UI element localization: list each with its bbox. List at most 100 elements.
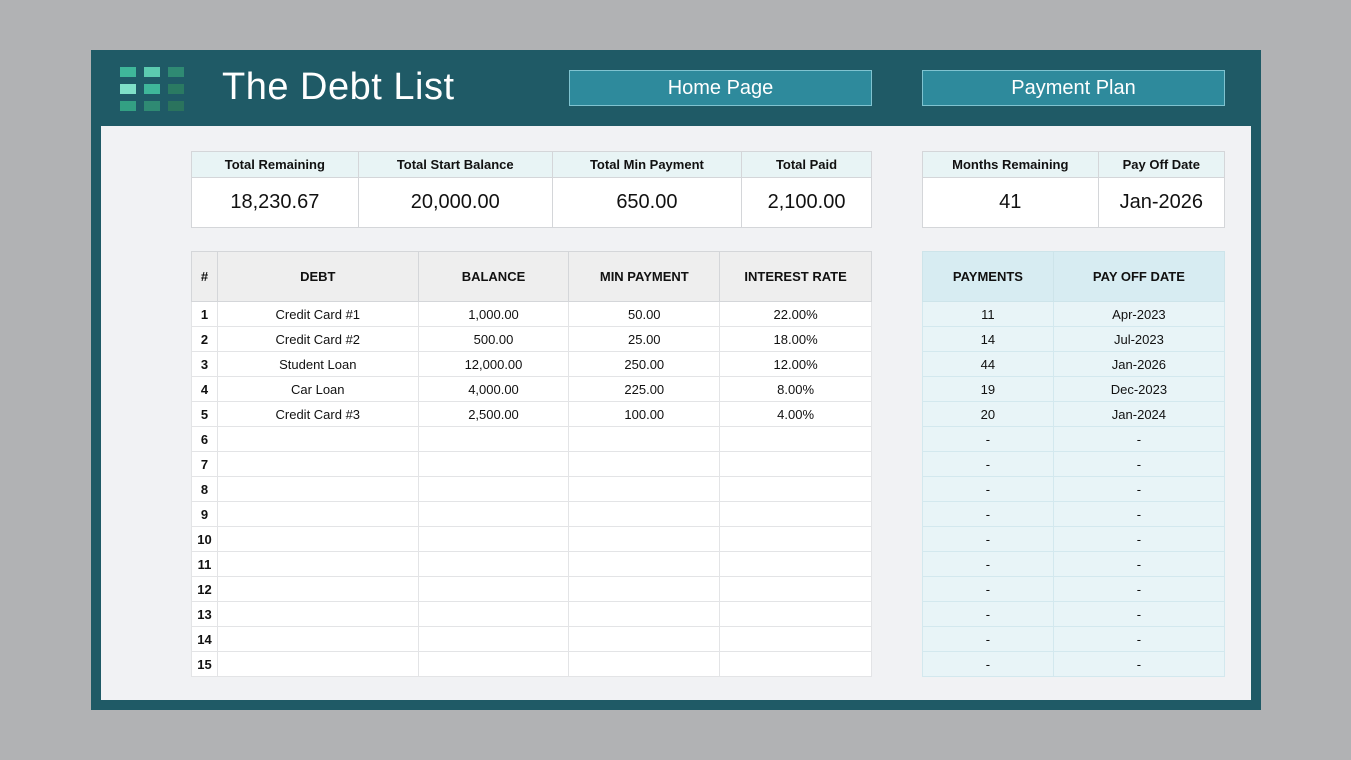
debt-cell[interactable]: 25.00 bbox=[568, 326, 721, 352]
debt-cell[interactable]: 4,000.00 bbox=[417, 376, 570, 402]
debt-cell[interactable] bbox=[568, 651, 721, 677]
debt-cell[interactable]: 100.00 bbox=[568, 401, 721, 427]
debt-cell[interactable] bbox=[568, 576, 721, 602]
debt-cell[interactable]: 8 bbox=[191, 476, 218, 502]
debt-cell[interactable] bbox=[417, 601, 570, 627]
debt-cell[interactable]: 3 bbox=[191, 351, 218, 377]
payoff-cell[interactable]: - bbox=[1052, 601, 1226, 627]
debt-cell[interactable] bbox=[568, 626, 721, 652]
debt-cell[interactable] bbox=[568, 601, 721, 627]
debt-cell[interactable]: 4 bbox=[191, 376, 218, 402]
debt-cell[interactable] bbox=[568, 426, 721, 452]
debt-cell[interactable]: 50.00 bbox=[568, 301, 721, 327]
debt-cell[interactable]: 12.00% bbox=[719, 351, 872, 377]
payment-plan-button[interactable]: Payment Plan bbox=[922, 70, 1225, 106]
debt-cell[interactable] bbox=[216, 426, 419, 452]
debt-cell[interactable] bbox=[568, 501, 721, 527]
debt-cell[interactable]: Student Loan bbox=[216, 351, 419, 377]
payoff-cell[interactable]: - bbox=[1052, 626, 1226, 652]
payoff-cell[interactable]: 44 bbox=[922, 351, 1054, 377]
debt-cell[interactable] bbox=[719, 476, 872, 502]
payoff-cell[interactable]: - bbox=[922, 626, 1054, 652]
debt-cell[interactable] bbox=[719, 526, 872, 552]
debt-cell[interactable] bbox=[417, 651, 570, 677]
debt-cell[interactable]: 2 bbox=[191, 326, 218, 352]
debt-cell[interactable] bbox=[568, 526, 721, 552]
debt-cell[interactable]: 4.00% bbox=[719, 401, 872, 427]
payoff-cell[interactable]: 11 bbox=[922, 301, 1054, 327]
debt-cell[interactable] bbox=[216, 501, 419, 527]
debt-cell[interactable]: 14 bbox=[191, 626, 218, 652]
payoff-cell[interactable]: - bbox=[922, 526, 1054, 552]
debt-cell[interactable]: 2,500.00 bbox=[417, 401, 570, 427]
payoff-cell[interactable]: - bbox=[1052, 476, 1226, 502]
debt-cell[interactable] bbox=[719, 426, 872, 452]
debt-cell[interactable]: 22.00% bbox=[719, 301, 872, 327]
debt-cell[interactable] bbox=[719, 576, 872, 602]
payoff-cell[interactable]: 20 bbox=[922, 401, 1054, 427]
debt-cell[interactable] bbox=[417, 426, 570, 452]
debt-cell[interactable] bbox=[216, 551, 419, 577]
debt-cell[interactable] bbox=[568, 476, 721, 502]
debt-cell[interactable]: 6 bbox=[191, 426, 218, 452]
debt-cell[interactable]: 225.00 bbox=[568, 376, 721, 402]
payoff-cell[interactable]: - bbox=[922, 451, 1054, 477]
debt-cell[interactable] bbox=[417, 451, 570, 477]
debt-cell[interactable]: Car Loan bbox=[216, 376, 419, 402]
payoff-cell[interactable]: - bbox=[922, 576, 1054, 602]
payoff-cell[interactable]: - bbox=[1052, 551, 1226, 577]
debt-cell[interactable] bbox=[417, 476, 570, 502]
payoff-cell[interactable]: Jul-2023 bbox=[1052, 326, 1226, 352]
debt-cell[interactable]: 11 bbox=[191, 551, 218, 577]
debt-cell[interactable]: 5 bbox=[191, 401, 218, 427]
payoff-cell[interactable]: - bbox=[922, 476, 1054, 502]
payoff-cell[interactable]: - bbox=[1052, 526, 1226, 552]
payoff-cell[interactable]: Jan-2026 bbox=[1052, 351, 1226, 377]
payoff-cell[interactable]: 14 bbox=[922, 326, 1054, 352]
debt-cell[interactable] bbox=[417, 551, 570, 577]
debt-cell[interactable] bbox=[568, 451, 721, 477]
debt-cell[interactable] bbox=[216, 451, 419, 477]
debt-cell[interactable]: 18.00% bbox=[719, 326, 872, 352]
debt-cell[interactable] bbox=[216, 576, 419, 602]
debt-cell[interactable] bbox=[568, 551, 721, 577]
payoff-cell[interactable]: Apr-2023 bbox=[1052, 301, 1226, 327]
debt-cell[interactable] bbox=[719, 601, 872, 627]
debt-cell[interactable]: 13 bbox=[191, 601, 218, 627]
debt-cell[interactable]: 1 bbox=[191, 301, 218, 327]
payoff-cell[interactable]: Jan-2024 bbox=[1052, 401, 1226, 427]
payoff-cell[interactable]: - bbox=[922, 501, 1054, 527]
debt-cell[interactable] bbox=[719, 626, 872, 652]
debt-cell[interactable] bbox=[216, 651, 419, 677]
debt-cell[interactable]: 12 bbox=[191, 576, 218, 602]
debt-cell[interactable] bbox=[719, 651, 872, 677]
home-page-button[interactable]: Home Page bbox=[569, 70, 872, 106]
debt-cell[interactable] bbox=[417, 526, 570, 552]
debt-cell[interactable]: 9 bbox=[191, 501, 218, 527]
debt-cell[interactable] bbox=[719, 451, 872, 477]
debt-cell[interactable] bbox=[417, 501, 570, 527]
debt-cell[interactable] bbox=[719, 501, 872, 527]
payoff-cell[interactable]: - bbox=[922, 551, 1054, 577]
debt-cell[interactable]: 7 bbox=[191, 451, 218, 477]
payoff-cell[interactable]: - bbox=[922, 426, 1054, 452]
debt-cell[interactable]: 1,000.00 bbox=[417, 301, 570, 327]
debt-cell[interactable] bbox=[216, 476, 419, 502]
debt-cell[interactable]: Credit Card #2 bbox=[216, 326, 419, 352]
debt-cell[interactable] bbox=[216, 601, 419, 627]
payoff-cell[interactable]: - bbox=[922, 601, 1054, 627]
payoff-cell[interactable]: Dec-2023 bbox=[1052, 376, 1226, 402]
debt-cell[interactable]: 500.00 bbox=[417, 326, 570, 352]
debt-cell[interactable]: Credit Card #1 bbox=[216, 301, 419, 327]
debt-cell[interactable] bbox=[719, 551, 872, 577]
debt-cell[interactable]: 10 bbox=[191, 526, 218, 552]
payoff-cell[interactable]: - bbox=[1052, 651, 1226, 677]
debt-cell[interactable]: 250.00 bbox=[568, 351, 721, 377]
payoff-cell[interactable]: 19 bbox=[922, 376, 1054, 402]
debt-cell[interactable]: 8.00% bbox=[719, 376, 872, 402]
debt-cell[interactable]: Credit Card #3 bbox=[216, 401, 419, 427]
payoff-cell[interactable]: - bbox=[922, 651, 1054, 677]
payoff-cell[interactable]: - bbox=[1052, 501, 1226, 527]
debt-cell[interactable] bbox=[216, 526, 419, 552]
debt-cell[interactable]: 12,000.00 bbox=[417, 351, 570, 377]
